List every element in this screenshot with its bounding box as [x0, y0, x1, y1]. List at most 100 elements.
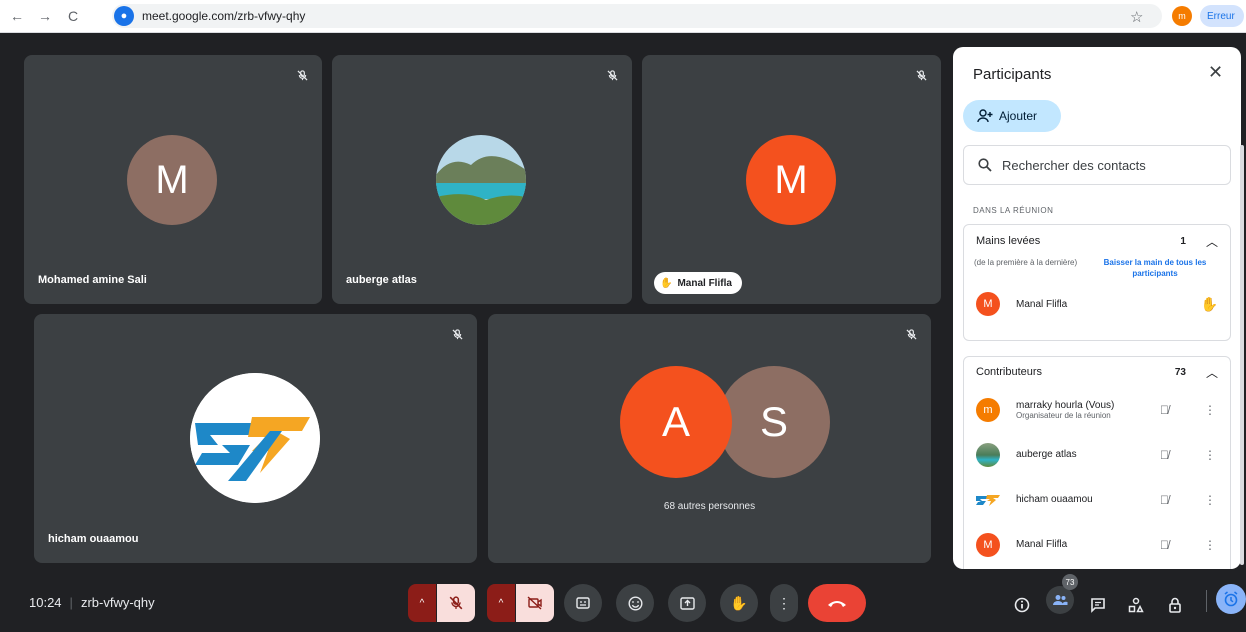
captions-icon [576, 597, 590, 609]
error-chip[interactable]: Erreur [1200, 5, 1244, 27]
raised-hands-hint: (de la première à la dernière) Baisser l… [964, 257, 1230, 279]
present-icon [679, 596, 695, 610]
leave-call-button[interactable] [808, 584, 866, 622]
address-bar[interactable]: ● meet.google.com/zrb-vfwy-qhy [112, 4, 1162, 28]
panel-scrollbar[interactable] [1240, 145, 1244, 565]
photo-avatar [976, 442, 1000, 467]
alarm-clock-icon [1224, 591, 1238, 607]
more-options-button[interactable]: ⋮ [770, 584, 798, 622]
logo-avatar [976, 487, 1000, 512]
reload-icon[interactable]: C [62, 5, 84, 27]
profile-avatar[interactable]: m [1172, 6, 1192, 26]
participant-name: Manal Flifla [1016, 298, 1068, 310]
more-options-icon[interactable]: ⋮ [1204, 403, 1216, 417]
avatar: M [127, 135, 217, 225]
raise-hand-button[interactable]: ✋ [720, 584, 758, 622]
video-options-button[interactable]: ^ [487, 584, 515, 622]
contributors-group: Contributeurs 73 ︿ m marraky hourla (Vou… [963, 356, 1231, 569]
lower-all-hands-link[interactable]: Baisser la main de tous les participants [1090, 257, 1220, 279]
muted-mic-icon [604, 67, 620, 83]
avatar: S [718, 366, 830, 478]
audio-options-button[interactable]: ^ [408, 584, 436, 622]
present-screen-button[interactable] [668, 584, 706, 622]
participant-name: Manal Flifla [1016, 539, 1068, 550]
order-hint: (de la première à la dernière) [974, 258, 1078, 267]
list-item[interactable]: M Manal Flifla ✋ [964, 279, 1230, 329]
divider [1206, 590, 1207, 612]
mic-off-icon [449, 596, 463, 610]
back-icon[interactable]: ← [6, 5, 28, 27]
participants-panel: Participants ✕ Ajouter DANS LA RÉUNION M… [953, 47, 1241, 569]
participant-name: hicham ouaamou [48, 533, 139, 545]
avatar: m [976, 397, 1000, 422]
raised-hands-header[interactable]: Mains levées 1 ︿ [964, 225, 1230, 257]
muted-mic-icon[interactable]: 🎙̸ [1160, 448, 1169, 462]
list-item[interactable]: M Manal Flifla 🎙̸ ⋮ [964, 522, 1230, 567]
forward-icon[interactable]: → [34, 5, 56, 27]
captions-button[interactable] [564, 584, 602, 622]
participant-tile: hicham ouaamou [34, 314, 477, 563]
search-input[interactable] [1002, 157, 1202, 173]
avatar: M [976, 532, 1000, 557]
meeting-details-icon[interactable] [1010, 593, 1034, 617]
participant-name: auberge atlas [346, 274, 417, 286]
avatar: M [976, 292, 1000, 316]
muted-mic-icon[interactable]: 🎙̸ [1160, 493, 1169, 507]
contact-search[interactable] [963, 145, 1231, 185]
url-text[interactable]: meet.google.com/zrb-vfwy-qhy [142, 9, 305, 23]
hang-up-icon [828, 601, 846, 607]
participant-name-text: marraky hourla (Vous) [1016, 399, 1115, 411]
muted-mic-icon [449, 326, 465, 342]
participant-tile: M ✋ Manal Flifla [642, 55, 941, 304]
chat-icon[interactable] [1086, 593, 1110, 617]
panel-title: Participants [973, 66, 1052, 83]
activities-icon[interactable] [1124, 593, 1148, 617]
camera-off-button[interactable] [516, 584, 554, 622]
more-options-icon[interactable]: ⋮ [1204, 538, 1216, 552]
more-vert-icon: ⋮ [777, 594, 791, 611]
activity-timer-button[interactable] [1216, 584, 1246, 614]
more-options-icon[interactable]: ⋮ [1204, 448, 1216, 462]
muted-mic-icon [913, 67, 929, 83]
camera-off-icon [527, 596, 542, 610]
search-icon [978, 158, 992, 172]
list-item[interactable]: m marraky hourla (Vous) Organisateur de … [964, 387, 1230, 432]
meeting-info: 10:24 | zrb-vfwy-qhy [29, 595, 155, 610]
muted-mic-icon [903, 326, 919, 342]
participant-name: auberge atlas [1016, 449, 1077, 460]
muted-mic-icon[interactable]: 🎙̸ [1160, 403, 1169, 417]
host-controls-icon[interactable] [1163, 593, 1187, 617]
participant-tile: M Mohamed amine Sali [24, 55, 322, 304]
clock-time: 10:24 [29, 595, 62, 610]
avatar: A [620, 366, 732, 478]
list-item[interactable]: auberge atlas 🎙̸ ⋮ [964, 432, 1230, 477]
chevron-up-icon[interactable]: ︿ [1206, 233, 1218, 250]
add-people-label: Ajouter [999, 109, 1038, 123]
participant-name: marraky hourla (Vous) Organisateur de la… [1016, 400, 1114, 420]
bookmark-star-icon[interactable]: ☆ [1130, 8, 1143, 26]
group-count: 73 [1174, 366, 1186, 378]
lower-hand-icon[interactable]: ✋ [1201, 296, 1218, 313]
raised-hands-group: Mains levées 1 ︿ (de la première à la de… [963, 224, 1231, 341]
muted-mic-icon[interactable]: 🎙̸ [1160, 538, 1169, 552]
reactions-button[interactable] [616, 584, 654, 622]
site-info-icon[interactable]: ● [114, 6, 134, 26]
people-button[interactable] [1046, 586, 1074, 614]
others-count-text: 68 autres personnes [663, 501, 756, 512]
hand-icon: ✋ [660, 277, 673, 289]
emoji-icon [627, 595, 643, 611]
group-count: 1 [1180, 235, 1186, 247]
contributors-header[interactable]: Contributeurs 73 ︿ [964, 357, 1230, 387]
participant-name: Mohamed amine Sali [38, 274, 147, 286]
microphone-off-button[interactable] [437, 584, 475, 622]
others-tile: S A 68 autres personnes [488, 314, 931, 563]
landscape-photo-avatar [436, 135, 526, 225]
list-item[interactable]: hicham ouaamou 🎙̸ ⋮ [964, 477, 1230, 522]
logo-avatar [190, 373, 320, 503]
close-icon[interactable]: ✕ [1208, 62, 1223, 83]
chevron-up-icon[interactable]: ︿ [1206, 364, 1218, 381]
participant-tile: auberge atlas [332, 55, 632, 304]
more-options-icon[interactable]: ⋮ [1204, 493, 1216, 507]
muted-mic-icon [294, 67, 310, 83]
add-people-button[interactable]: Ajouter [963, 100, 1061, 132]
